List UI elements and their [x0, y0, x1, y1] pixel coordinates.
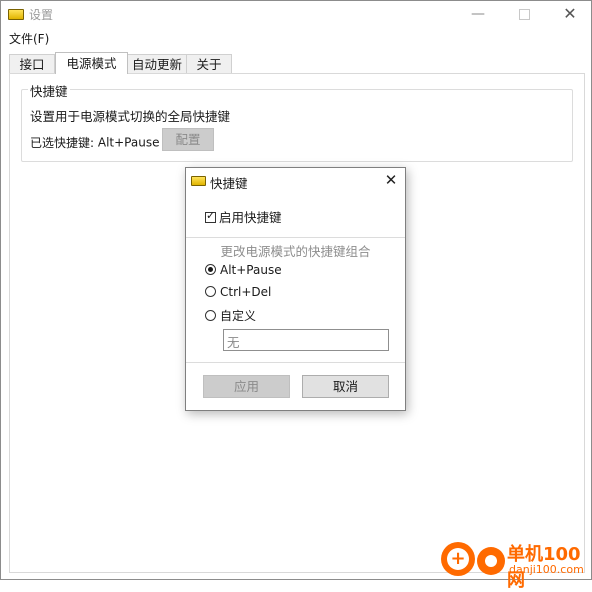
hotkey-description: 设置用于电源模式切换的全局快捷键: [30, 109, 231, 124]
tab-about[interactable]: 关于: [186, 54, 232, 73]
maximize-icon: [518, 8, 530, 20]
close-icon: ✕: [384, 171, 398, 189]
radio-unselected-icon: [205, 286, 216, 297]
app-battery-icon: [8, 9, 24, 20]
radio-ctrl-del-label: Ctrl+Del: [220, 285, 272, 299]
hotkey-group-legend: 快捷键: [28, 81, 70, 100]
dialog-close-button[interactable]: ✕: [379, 169, 403, 191]
combo-section-label: 更改电源模式的快捷键组合: [220, 244, 371, 259]
checkbox-checked-icon: ✓: [205, 209, 216, 223]
config-button[interactable]: 配置: [162, 128, 214, 151]
maximize-button[interactable]: [501, 1, 547, 28]
cancel-button[interactable]: 取消: [302, 375, 389, 398]
apply-button[interactable]: 应用: [203, 375, 290, 398]
watermark-url: danji100.com: [509, 563, 584, 576]
hotkey-group: 快捷键 设置用于电源模式切换的全局快捷键 已选快捷键: Alt+Pause 配置: [21, 81, 573, 162]
radio-alt-pause-label: Alt+Pause: [220, 263, 282, 277]
radio-unselected-icon: [205, 310, 216, 321]
minimize-button[interactable]: —: [455, 1, 501, 28]
minimize-icon: —: [471, 6, 485, 22]
tab-interface[interactable]: 接口: [9, 54, 55, 73]
tab-auto-update[interactable]: 自动更新: [127, 54, 187, 73]
enable-hotkey-label: 启用快捷键: [219, 210, 282, 225]
divider: [186, 237, 405, 238]
dialog-title: 快捷键: [210, 176, 248, 191]
hotkey-dialog: 快捷键 ✕ ✓ 启用快捷键 更改电源模式的快捷键组合 Alt+Pause Ctrl…: [185, 167, 406, 411]
menu-file[interactable]: 文件(F): [9, 30, 49, 47]
checkmark-icon: ✓: [206, 209, 216, 222]
radio-ctrl-del[interactable]: Ctrl+Del: [205, 285, 271, 299]
close-button[interactable]: ✕: [547, 1, 592, 28]
tab-power-mode[interactable]: 电源模式: [55, 52, 128, 74]
watermark-ring-icon: [477, 547, 505, 575]
radio-selected-icon: [205, 264, 216, 275]
radio-alt-pause[interactable]: Alt+Pause: [205, 263, 282, 277]
radio-custom-label: 自定义: [220, 309, 257, 323]
selected-hotkey-label: 已选快捷键:: [30, 136, 95, 150]
selected-hotkey-row: 已选快捷键: Alt+Pause: [30, 134, 159, 151]
divider: [186, 362, 405, 363]
watermark-plus-icon: +: [447, 548, 469, 570]
radio-custom[interactable]: 自定义: [205, 307, 256, 324]
window-title: 设置: [29, 8, 54, 22]
selected-hotkey-value: Alt+Pause: [97, 135, 160, 150]
enable-hotkey-checkbox[interactable]: ✓ 启用快捷键: [205, 207, 282, 226]
menu-bar: 文件(F): [1, 28, 591, 46]
dialog-battery-icon: [191, 176, 206, 186]
custom-hotkey-input[interactable]: 无: [223, 329, 389, 351]
title-bar[interactable]: 设置 — ✕: [1, 1, 591, 28]
close-icon: ✕: [563, 4, 577, 23]
